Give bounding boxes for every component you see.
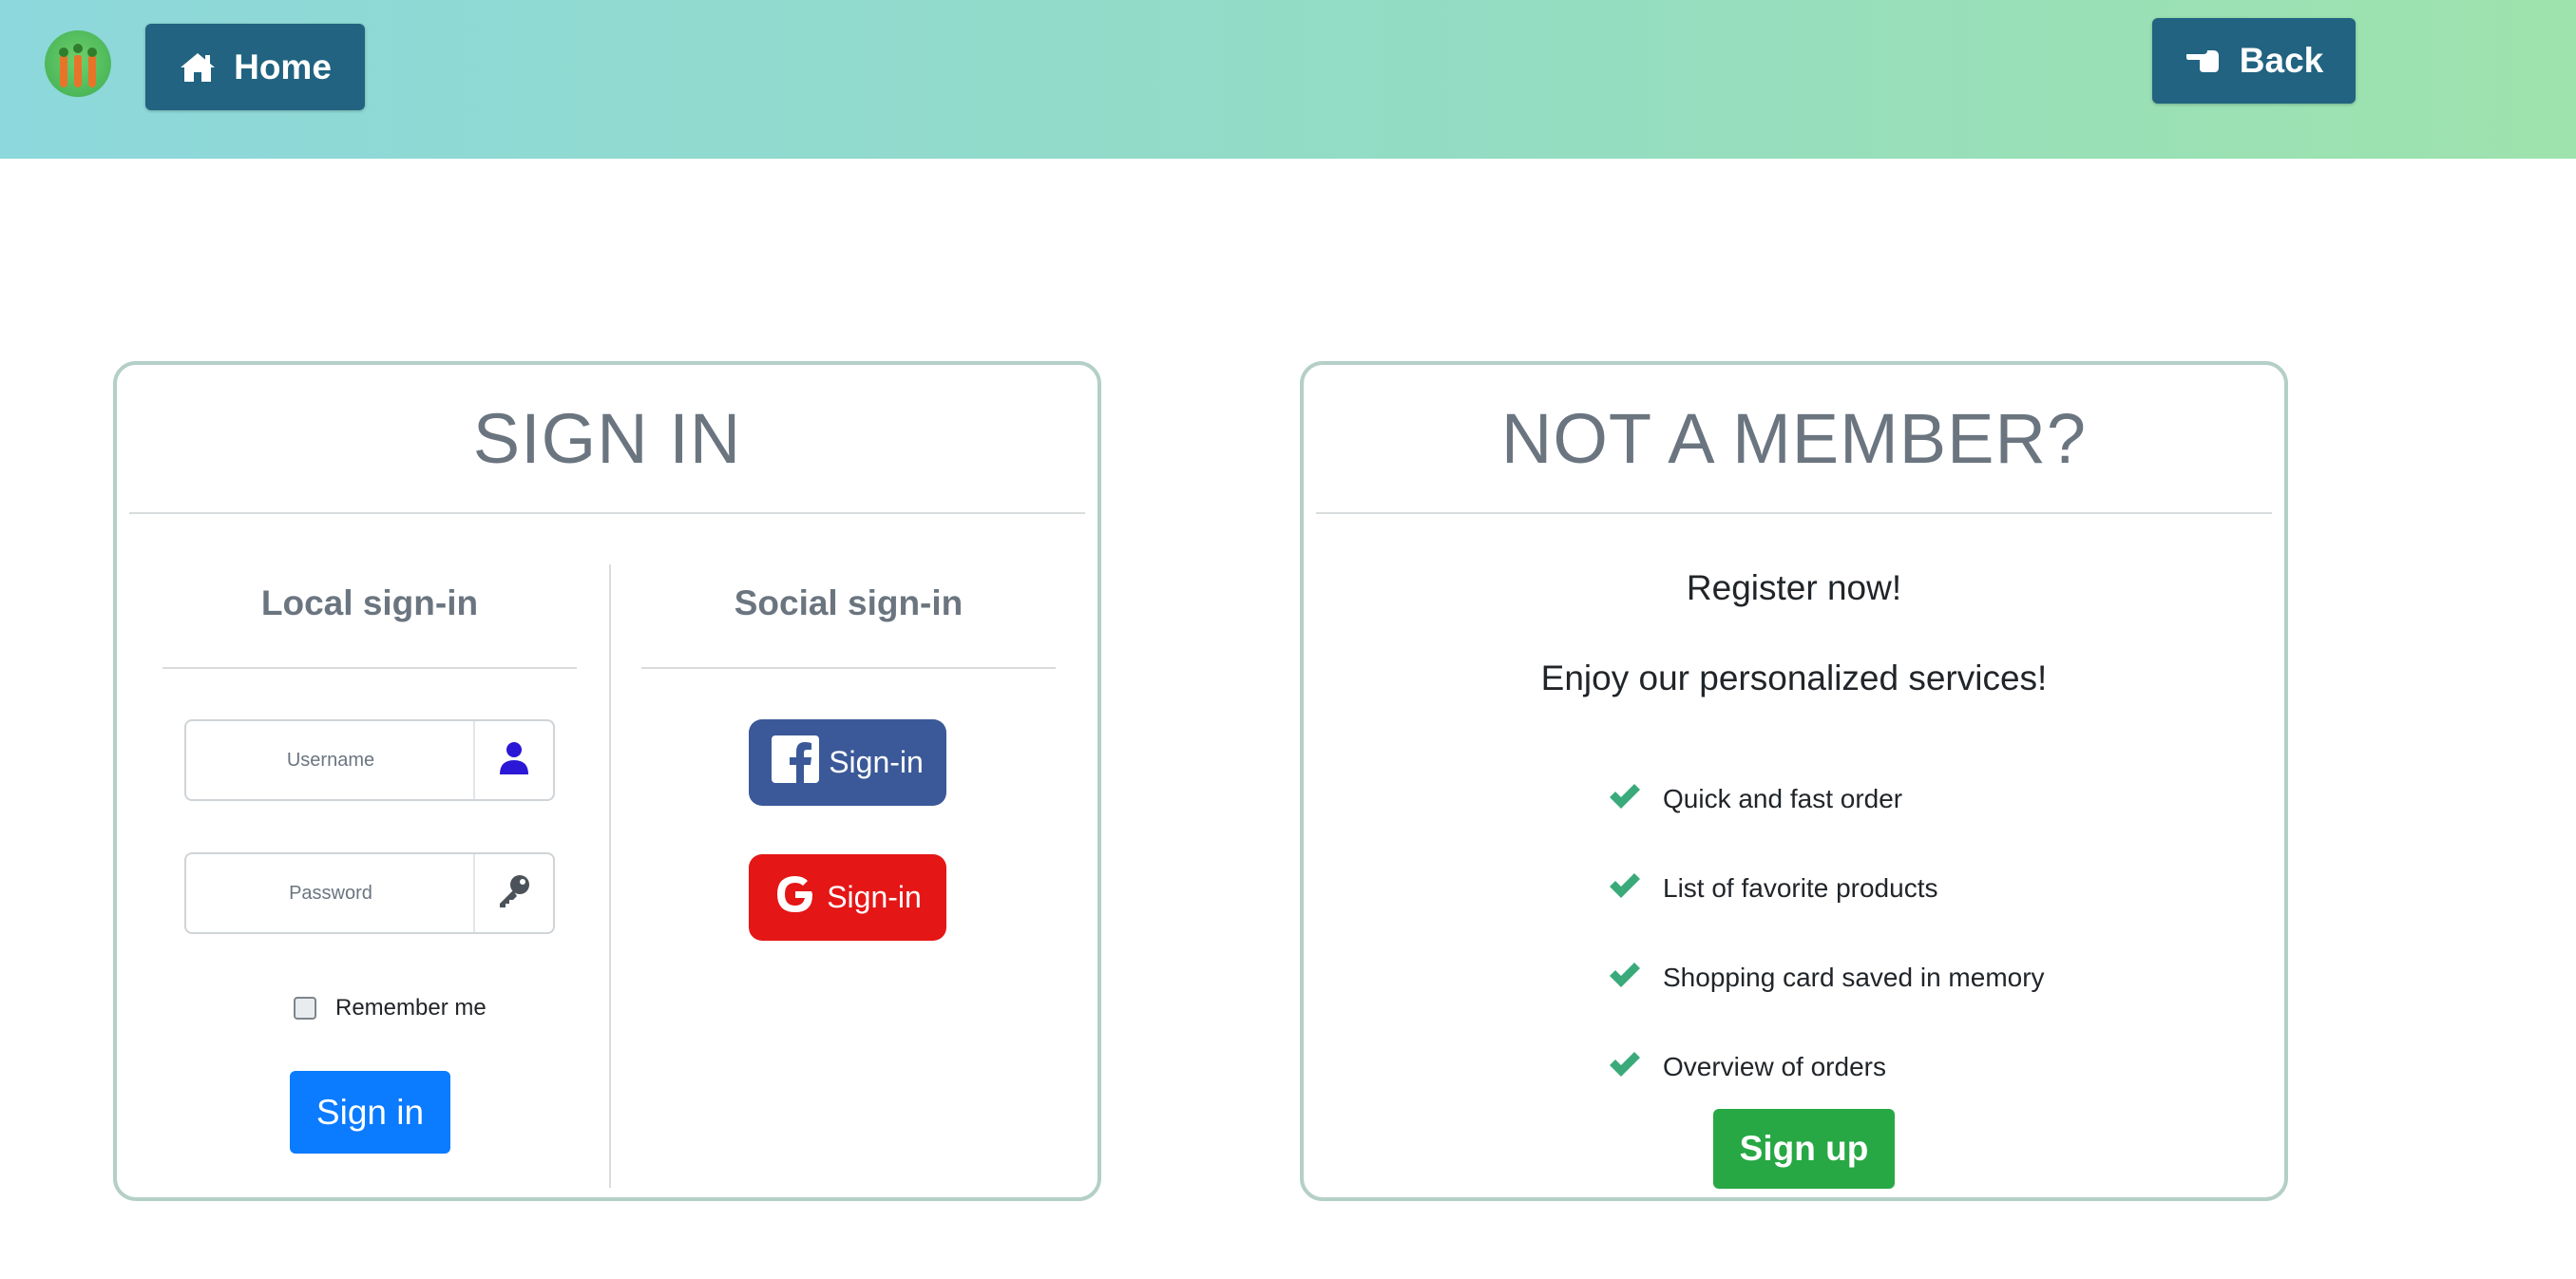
check-icon (1608, 1050, 1642, 1085)
logo-leaf (59, 48, 68, 57)
divider (641, 667, 1056, 669)
feature-text: Quick and fast order (1663, 784, 1903, 813)
top-navbar: Home Back (0, 0, 2576, 159)
user-icon (498, 740, 530, 781)
logo-leaf (73, 44, 83, 53)
password-addon (473, 854, 553, 932)
remember-me[interactable]: Remember me (294, 995, 487, 1021)
google-signin-button[interactable]: Sign-in (749, 854, 946, 941)
local-signin-title: Local sign-in (260, 583, 479, 622)
facebook-icon (772, 735, 820, 791)
username-addon (473, 721, 553, 799)
facebook-signin-label: Sign-in (829, 745, 924, 779)
feature-item: Quick and fast order (1608, 754, 2045, 844)
feature-item: List of favorite products (1608, 844, 2045, 933)
signin-title: SIGN IN (472, 399, 742, 478)
feature-text: Overview of orders (1663, 1052, 1886, 1081)
password-field[interactable] (184, 852, 555, 934)
remember-me-checkbox[interactable] (294, 997, 316, 1020)
social-signin-title: Social sign-in (734, 583, 964, 622)
facebook-signin-button[interactable]: Sign-in (749, 719, 946, 806)
signin-button[interactable]: Sign in (290, 1071, 450, 1154)
feature-text: Shopping card saved in memory (1663, 963, 2045, 992)
signin-card: SIGN IN Local sign-in Username Remember … (113, 361, 1101, 1201)
remember-me-label: Remember me (335, 995, 487, 1021)
logo-carrot (74, 55, 82, 87)
home-icon (179, 50, 217, 85)
register-title: NOT A MEMBER? (1500, 399, 2088, 478)
google-icon (773, 872, 817, 924)
username-field[interactable] (184, 719, 555, 801)
username-input[interactable] (188, 723, 473, 797)
logo[interactable] (45, 30, 111, 97)
logo-leaf (87, 48, 97, 57)
check-icon (1608, 961, 1642, 996)
signup-button[interactable]: Sign up (1713, 1109, 1895, 1189)
feature-item: Overview of orders (1608, 1022, 2045, 1112)
home-button-label: Home (234, 47, 332, 86)
features-list: Quick and fast order List of favorite pr… (1608, 754, 2045, 1112)
password-input[interactable] (188, 856, 473, 930)
divider (162, 667, 577, 669)
register-now-text: Register now! (1686, 568, 1902, 607)
pointing-hand-left-icon (2185, 47, 2223, 75)
check-icon (1608, 871, 1642, 907)
enjoy-services-text: Enjoy our personalized services! (1540, 659, 2048, 697)
back-button-label: Back (2239, 41, 2324, 80)
key-icon (495, 872, 533, 915)
logo-carrot (88, 55, 96, 87)
google-signin-label: Sign-in (827, 880, 922, 914)
feature-text: List of favorite products (1663, 873, 1938, 903)
column-divider (609, 564, 611, 1188)
check-icon (1608, 782, 1642, 817)
back-button[interactable]: Back (2152, 18, 2356, 104)
logo-carrot (60, 55, 67, 87)
register-card: NOT A MEMBER? Register now! Enjoy our pe… (1300, 361, 2288, 1201)
feature-item: Shopping card saved in memory (1608, 933, 2045, 1022)
divider (1316, 512, 2272, 514)
divider (129, 512, 1085, 514)
home-button[interactable]: Home (145, 24, 365, 110)
